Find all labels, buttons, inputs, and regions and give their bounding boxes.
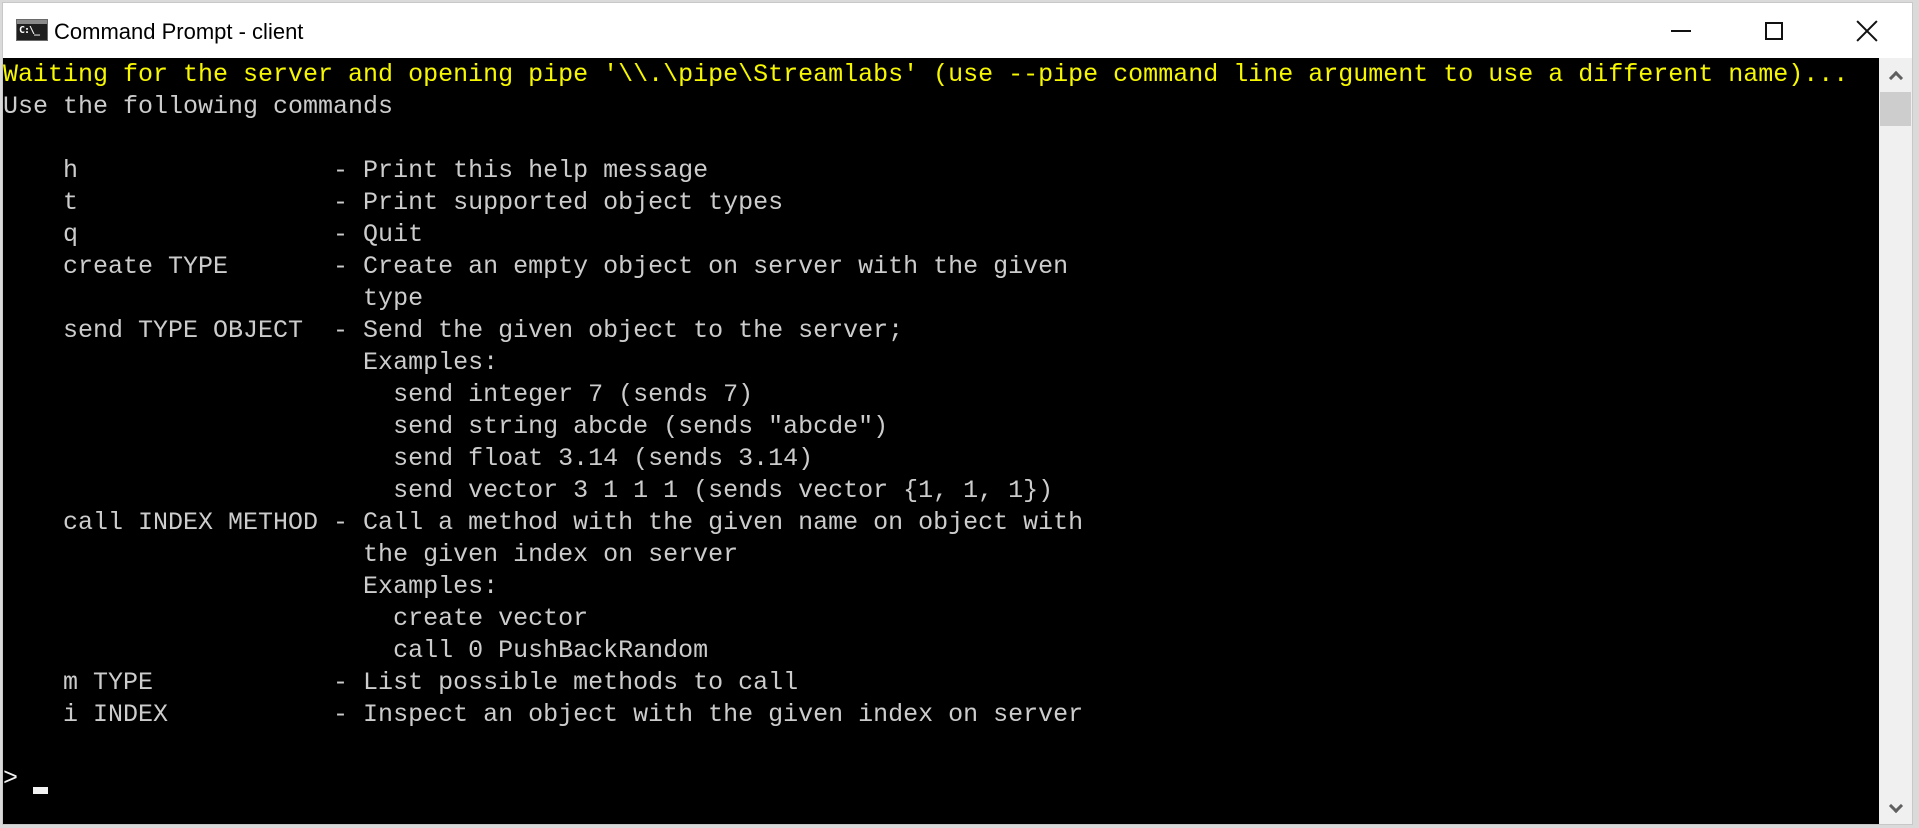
maximize-icon [1764,21,1783,40]
console-line: send vector 3 1 1 1 (sends vector {1, 1,… [3,476,1054,505]
console-line: call INDEX METHOD - Call a method with t… [3,508,1084,537]
vertical-scrollbar[interactable] [1879,58,1912,824]
console-lines: Waiting for the server and opening pipe … [3,59,1848,795]
minimize-icon [1670,29,1691,32]
scrollbar-thumb[interactable] [1880,92,1911,126]
console-line: send TYPE OBJECT - Send the given object… [3,316,904,345]
console-line: create vector [3,604,589,633]
console-line: t - Print supported object types [3,188,784,217]
console-line: create TYPE - Create an empty object on … [3,252,1069,281]
console-line: m TYPE - List possible methods to call [3,668,799,697]
window-title: Command Prompt - client [54,19,304,44]
console-line: h - Print this help message [3,156,709,185]
command-input-line[interactable]: > [3,763,1848,795]
console-line: send integer 7 (sends 7) [3,380,754,409]
maximize-button[interactable] [1727,3,1820,58]
console-line: q - Quit [3,220,424,249]
minimize-button[interactable] [1634,3,1727,58]
prompt-symbol: > [3,764,19,793]
close-button[interactable] [1820,3,1912,58]
console-line: Examples: [3,572,499,601]
console-line: Use the following commands [3,92,394,121]
console-status-line: Waiting for the server and opening pipe … [3,60,1849,89]
chevron-down-icon [1888,798,1903,813]
console-line: send float 3.14 (sends 3.14) [3,444,814,473]
console-line: i INDEX - Inspect an object with the giv… [3,700,1084,729]
console-line: type [3,284,424,313]
console-line: the given index on server [3,540,739,569]
console-line: Examples: [3,348,499,377]
app-icon-text: C:\_ [19,25,40,36]
console-line: send string abcde (sends "abcde") [3,412,889,441]
close-icon [1856,20,1878,42]
title-bar[interactable]: C:\_ Command Prompt - client [3,3,1912,58]
chevron-up-icon [1888,70,1903,85]
scroll-up-button[interactable] [1879,58,1912,91]
console-output[interactable]: Waiting for the server and opening pipe … [3,58,1879,824]
scroll-down-button[interactable] [1879,792,1912,824]
command-prompt-window: C:\_ Command Prompt - client Waiting for… [2,2,1913,825]
text-cursor [33,787,48,794]
command-prompt-app-icon[interactable]: C:\_ [16,19,48,41]
console-line: call 0 PushBackRandom [3,636,709,665]
